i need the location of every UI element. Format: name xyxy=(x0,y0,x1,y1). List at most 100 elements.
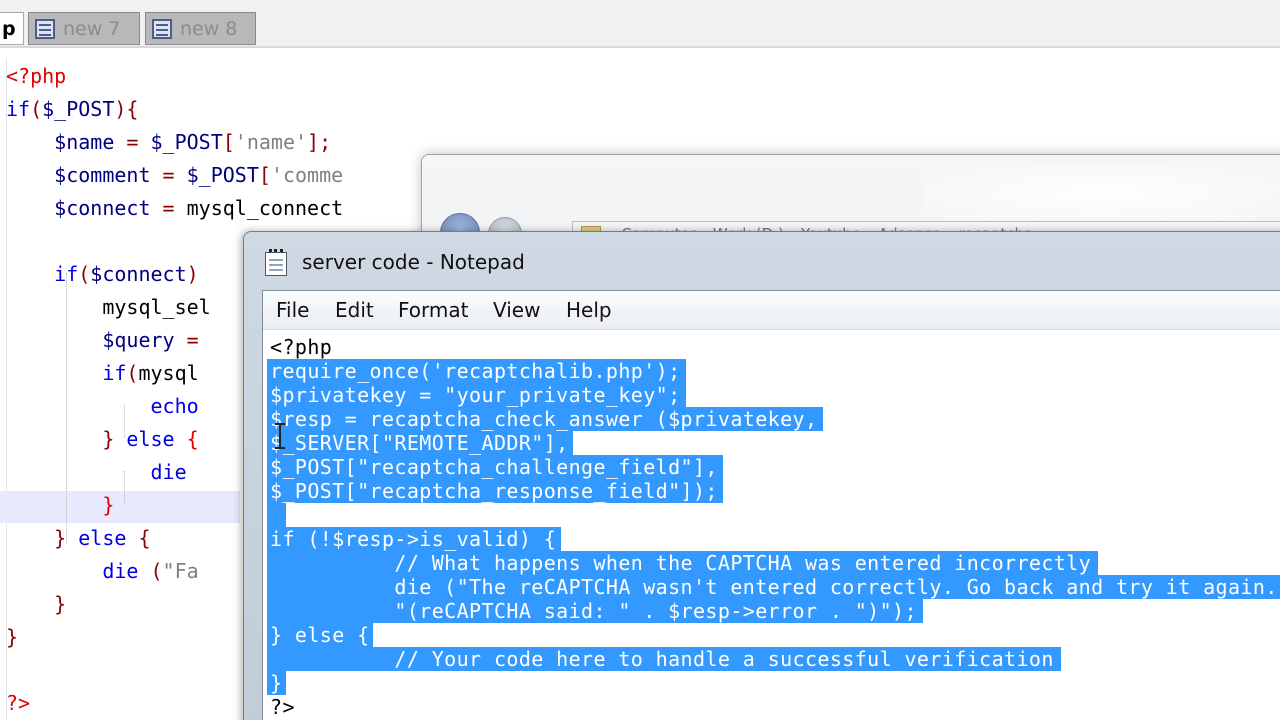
text-line: <?php xyxy=(270,335,333,359)
text-line: "(reCAPTCHA said: " . $resp->error . ")"… xyxy=(270,599,917,623)
notepad-title-bar[interactable]: server code - Notepad xyxy=(244,232,1280,290)
code-token: [ xyxy=(258,163,271,187)
window-glare xyxy=(922,165,1280,225)
code-token: $connect xyxy=(90,262,187,286)
code-line: $comment = $_POST['comme xyxy=(6,159,343,192)
code-token: "Fa xyxy=(162,559,199,583)
editor-tab-bar: p new 7 new 8 xyxy=(0,0,1280,48)
text-line: die ("The reCAPTCHA wasn't entered corre… xyxy=(270,575,1280,599)
code-token: ( xyxy=(30,97,43,121)
code-token: die xyxy=(6,559,139,583)
code-line: } xyxy=(6,621,18,654)
code-token: ( xyxy=(78,262,91,286)
code-token: <?php xyxy=(6,64,67,88)
menu-view[interactable]: View xyxy=(493,298,540,322)
code-token: = xyxy=(150,196,187,220)
code-token: ){ xyxy=(114,97,139,121)
text-line: $_SERVER["REMOTE_ADDR"], xyxy=(270,431,569,455)
code-token: else xyxy=(78,526,127,550)
code-line: } else { xyxy=(6,522,151,555)
code-token: if xyxy=(6,262,79,286)
code-line: die ("Fa xyxy=(6,555,199,588)
text-line: // What happens when the CAPTCHA was ent… xyxy=(270,551,1092,575)
menu-edit[interactable]: Edit xyxy=(335,298,374,322)
code-token: ]; xyxy=(307,130,332,154)
document-tab-icon xyxy=(152,19,172,39)
code-token: = xyxy=(174,328,199,352)
code-token: [ xyxy=(222,130,235,154)
menu-format[interactable]: Format xyxy=(398,298,468,322)
menu-file[interactable]: File xyxy=(276,298,309,322)
code-token: ) xyxy=(186,262,199,286)
code-line: } xyxy=(6,588,66,621)
code-line: } else { xyxy=(6,423,199,456)
code-line: if($connect) xyxy=(6,258,199,291)
notepad-icon xyxy=(265,249,287,276)
code-line: $connect = mysql_connect xyxy=(6,192,343,225)
code-token: = xyxy=(150,163,187,187)
notepad-client-area: File Edit Format View Help <?php require_… xyxy=(262,290,1280,720)
code-token: } xyxy=(6,592,67,616)
code-token: $name xyxy=(6,130,115,154)
code-token: ( xyxy=(126,361,139,385)
menu-bar: File Edit Format View Help xyxy=(263,291,1280,330)
text-line: $privatekey = "your_private_key"; xyxy=(270,383,681,407)
code-token: mysql xyxy=(138,361,199,385)
code-token: } xyxy=(6,526,79,550)
code-token: echo xyxy=(6,394,199,418)
code-token: mysql_connect xyxy=(186,196,344,220)
code-line: } xyxy=(6,489,114,522)
code-token: } xyxy=(6,625,19,649)
code-line: die xyxy=(6,456,187,489)
tab-active[interactable]: p xyxy=(0,12,24,45)
code-token: if xyxy=(6,97,31,121)
code-line: <?php xyxy=(6,60,66,93)
code-token: die xyxy=(6,460,187,484)
tab-label: new 8 xyxy=(180,18,238,40)
code-token: mysql_sel xyxy=(6,295,211,319)
code-token: 'comme xyxy=(270,163,344,187)
text-line: ?> xyxy=(270,695,295,719)
text-area[interactable]: <?php require_once('recaptchalib.php'); $p… xyxy=(263,330,1280,720)
code-token: $_POST xyxy=(150,130,223,154)
code-line: ?> xyxy=(6,687,30,720)
code-line: $name = $_POST['name']; xyxy=(6,126,331,159)
code-line: if($_POST){ xyxy=(6,93,138,126)
code-token: } xyxy=(6,493,115,517)
code-line: if(mysql xyxy=(6,357,199,390)
code-token: ?> xyxy=(6,691,31,715)
code-line: $query = xyxy=(6,324,199,357)
selection-highlight xyxy=(267,503,286,527)
code-token: = xyxy=(114,130,151,154)
document-tab-icon xyxy=(35,19,55,39)
text-line: // Your code here to handle a successful… xyxy=(270,647,1054,671)
tab-new-8[interactable]: new 8 xyxy=(145,12,256,45)
code-token: $query xyxy=(6,328,175,352)
menu-help[interactable]: Help xyxy=(566,298,612,322)
code-line: mysql_sel xyxy=(6,291,211,324)
notepad-window[interactable]: server code - Notepad File Edit Format V… xyxy=(243,231,1280,720)
code-token: ( xyxy=(138,559,163,583)
code-token: $_POST xyxy=(42,97,115,121)
tab-label: new 7 xyxy=(63,18,121,40)
text-line: $resp = recaptcha_check_answer ($private… xyxy=(270,407,818,431)
code-token: if xyxy=(6,361,127,385)
tab-new-7[interactable]: new 7 xyxy=(28,12,140,45)
text-line: require_once('recaptchalib.php'); xyxy=(270,359,681,383)
window-title: server code - Notepad xyxy=(302,250,525,274)
code-token: $comment xyxy=(6,163,151,187)
code-token: $_POST xyxy=(186,163,259,187)
code-token: $connect xyxy=(6,196,151,220)
code-token: 'name' xyxy=(234,130,308,154)
code-token: { xyxy=(126,526,151,550)
text-line: } xyxy=(270,671,283,695)
i-beam-cursor-icon xyxy=(275,423,285,449)
text-line: if (!$resp->is_valid) { xyxy=(270,527,557,551)
code-line: echo xyxy=(6,390,199,423)
text-line: $_POST["recaptcha_response_field"]); xyxy=(270,479,718,503)
text-line: } else { xyxy=(270,623,370,647)
code-token: else xyxy=(126,427,175,451)
code-token: { xyxy=(174,427,199,451)
text-line: $_POST["recaptcha_challenge_field"], xyxy=(270,455,718,479)
code-token: } xyxy=(6,427,127,451)
